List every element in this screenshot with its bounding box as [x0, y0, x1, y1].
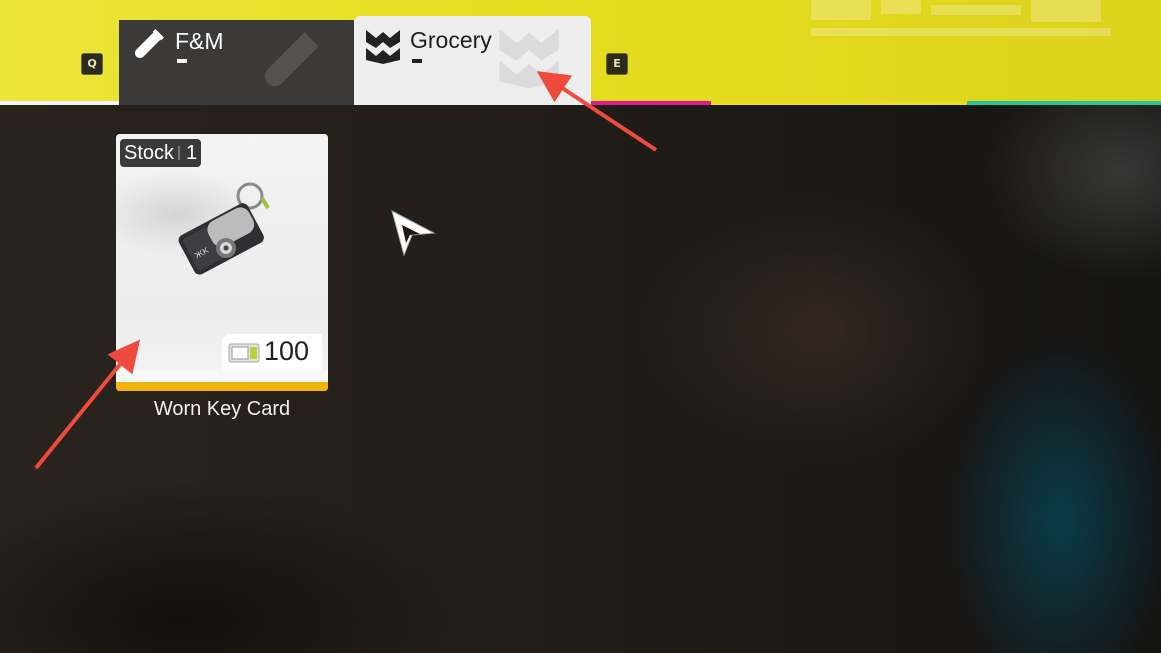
tab-grocery-label: Grocery — [410, 27, 492, 53]
tab-fm[interactable]: F&M — [119, 20, 354, 105]
key-card-image: ЖК — [178, 182, 270, 275]
next-tab-key-hint[interactable]: E — [606, 53, 628, 75]
item-name: Worn Key Card — [153, 398, 291, 420]
item-card-worn-key-card[interactable]: ЖК Stock 1 100 — [116, 134, 328, 391]
card-footer — [116, 370, 328, 382]
grocery-logo-icon — [366, 30, 400, 64]
price-value: 100 — [264, 336, 310, 366]
tab-grocery[interactable]: Grocery — [354, 16, 591, 105]
price-tag: 100 — [222, 334, 322, 370]
accent-strip-teal — [967, 101, 1161, 105]
prev-tab-key-hint[interactable]: Q — [81, 53, 103, 75]
card-rarity-bar — [116, 382, 328, 391]
denny-currency-icon — [228, 343, 260, 363]
topbar-pattern — [811, 0, 1111, 36]
stock-label: Stock — [124, 142, 175, 164]
test-tube-watermark-icon — [264, 32, 319, 87]
accent-strip-magenta — [591, 101, 711, 105]
stock-separator — [178, 146, 181, 160]
stock-badge: Stock 1 — [120, 139, 202, 167]
tab-fm-label: F&M — [175, 28, 224, 54]
grocery-watermark-icon — [499, 29, 559, 89]
accent-strip-yellow — [711, 101, 967, 105]
stock-count: 1 — [186, 142, 198, 164]
accent-strip-white — [0, 101, 119, 105]
tab-fm-indicator — [177, 59, 187, 63]
tab-grocery-indicator — [412, 59, 422, 63]
test-tube-icon — [134, 29, 164, 59]
cursor-icon — [391, 210, 436, 257]
